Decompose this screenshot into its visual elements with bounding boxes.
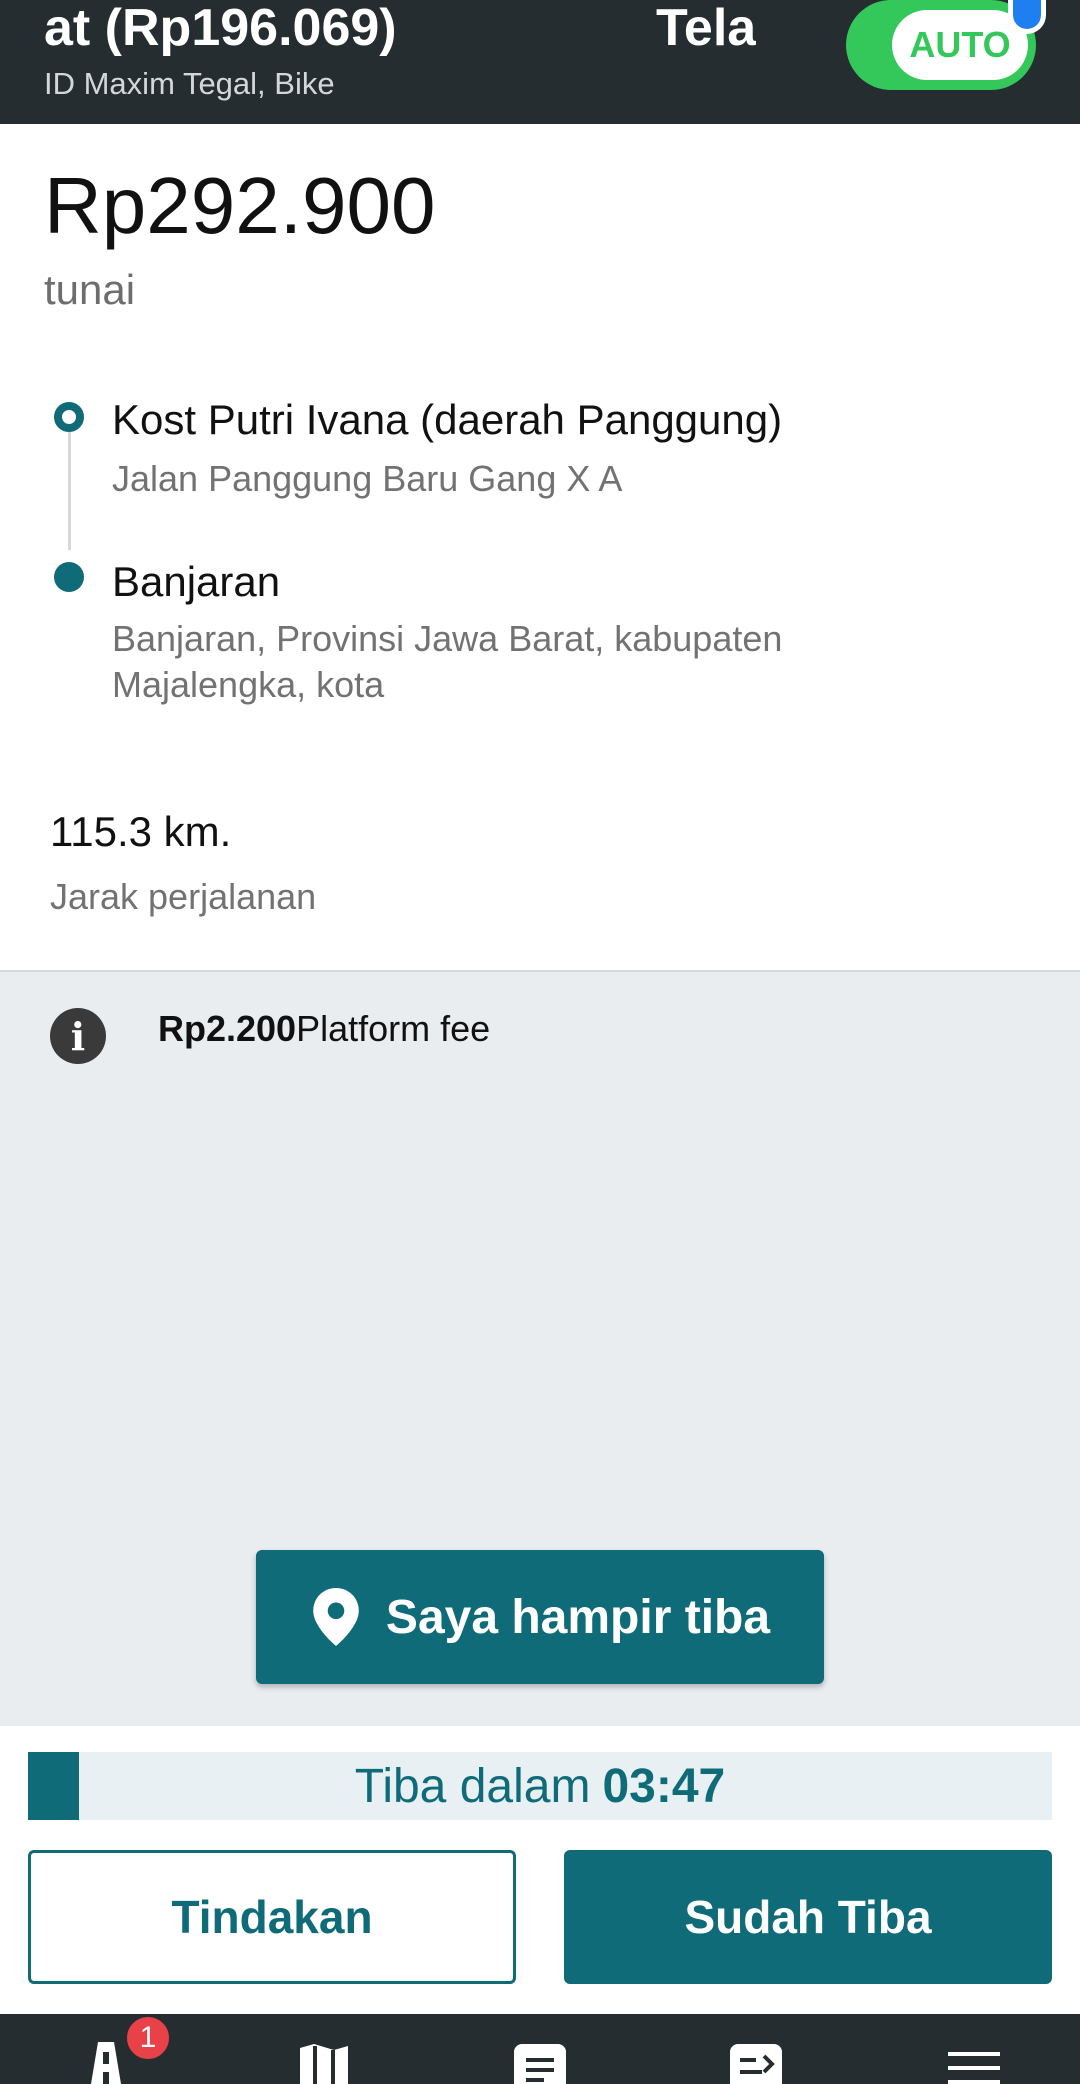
dropoff-name: Banjaran xyxy=(112,558,281,605)
pickup-name: Kost Putri Ivana (daerah Panggung) xyxy=(112,396,783,443)
header-title-earnings: at (Rp196.069) xyxy=(44,0,397,57)
actions-button[interactable]: Tindakan xyxy=(28,1850,516,1984)
pickup-address: Jalan Panggung Baru Gang X A xyxy=(112,458,623,499)
payment-method: tunai xyxy=(44,266,136,313)
map-icon[interactable] xyxy=(294,2042,354,2084)
trip-distance-label: Jarak perjalanan xyxy=(50,876,317,917)
platform-fee: Rp2.200Platform fee xyxy=(158,1008,490,1050)
trip-distance: 115.3 km. xyxy=(50,808,232,855)
arrival-timer-value: 03:47 xyxy=(602,1759,726,1813)
almost-arrived-label: Saya hampir tiba xyxy=(385,1590,771,1644)
pickup-marker-icon xyxy=(54,402,84,432)
arrival-timer-bar: Tiba dalam 03:47 xyxy=(28,1752,1052,1820)
notification-badge: 1 xyxy=(124,2014,172,2062)
dropoff-address: Banjaran, Provinsi Jawa Barat, kabupaten… xyxy=(112,618,783,705)
list-icon[interactable] xyxy=(510,2042,570,2084)
platform-fee-amount: Rp2.200 xyxy=(158,1008,297,1049)
menu-icon[interactable] xyxy=(944,2042,1004,2084)
location-pin-icon xyxy=(313,1588,359,1646)
arrived-button[interactable]: Sudah Tiba xyxy=(564,1850,1052,1984)
auto-toggle-label: AUTO xyxy=(892,10,1028,80)
dropoff-marker-icon xyxy=(54,562,84,592)
arrival-timer-prefix: Tiba dalam xyxy=(354,1759,591,1813)
platform-fee-label: Platform fee xyxy=(296,1008,491,1049)
header-subtitle: ID Maxim Tegal, Bike xyxy=(44,66,335,101)
chat-icon[interactable] xyxy=(726,2042,786,2084)
arrival-timer-text: Tiba dalam 03:47 xyxy=(28,1752,1052,1820)
header-title-right: Tela xyxy=(656,0,756,57)
almost-arrived-button[interactable]: Saya hampir tiba xyxy=(256,1550,824,1684)
route-connector xyxy=(68,432,71,550)
order-price: Rp292.900 xyxy=(44,161,436,250)
info-icon: i xyxy=(50,1008,106,1064)
